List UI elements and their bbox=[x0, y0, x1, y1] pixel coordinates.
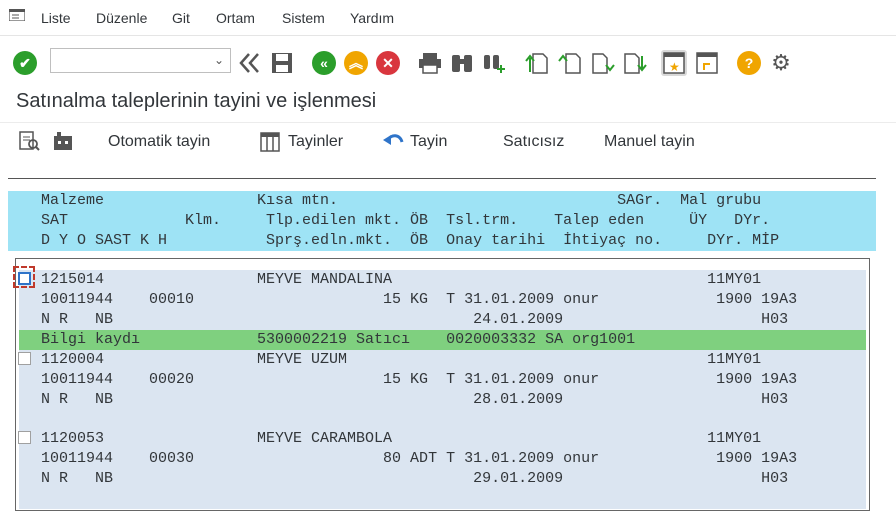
item-quantity-line: 10011944 00020 15 KG T 31.01.2009 onur 1… bbox=[41, 371, 798, 388]
back-green-button[interactable]: « bbox=[311, 50, 337, 76]
menu-duzenle[interactable]: Düzenle bbox=[96, 10, 147, 26]
back-double-chevron-icon: « bbox=[312, 51, 336, 75]
find-button[interactable] bbox=[449, 50, 475, 76]
automatic-assign-button[interactable]: Otomatik tayin bbox=[108, 133, 210, 151]
item-quantity-line: 10011944 00030 80 ADT T 31.01.2009 onur … bbox=[41, 450, 798, 467]
factory-icon[interactable] bbox=[52, 130, 74, 152]
printer-icon bbox=[419, 53, 441, 74]
svg-text:★: ★ bbox=[669, 60, 680, 74]
column-headers-line-2: SAT Klm. Tlp.edilen mkt. ÖB Tsl.trm. Tal… bbox=[41, 212, 771, 229]
application-toolbar: Otomatik tayin Tayinler Tayin Satıcısız … bbox=[0, 122, 896, 162]
column-headers-line-3: D Y O SAST K H Sprş.edln.mkt. ÖB Onay ta… bbox=[41, 232, 780, 249]
exit-button[interactable]: ︽ bbox=[343, 50, 369, 76]
question-icon: ? bbox=[737, 51, 761, 75]
shortcut-button[interactable] bbox=[694, 50, 720, 76]
menu-sistem[interactable]: Sistem bbox=[282, 10, 325, 26]
checkmark-icon: ✔ bbox=[13, 51, 37, 75]
save-icon bbox=[272, 53, 292, 73]
cancel-button[interactable]: ✕ bbox=[375, 50, 401, 76]
item-material-line: 1120004 MEYVE UZUM 11MY01 bbox=[41, 351, 762, 368]
double-chevron-left-icon bbox=[239, 53, 259, 73]
chevron-down-icon[interactable]: ⌄ bbox=[214, 53, 224, 67]
back-button[interactable] bbox=[237, 50, 263, 76]
system-menu-icon[interactable] bbox=[9, 9, 25, 21]
up-double-chevron-icon: ︽ bbox=[344, 51, 368, 75]
document-search-icon[interactable] bbox=[18, 130, 40, 152]
next-page-button[interactable] bbox=[590, 50, 616, 76]
item-checkbox[interactable] bbox=[18, 352, 31, 365]
next-page-icon bbox=[592, 53, 615, 74]
item-checkbox[interactable] bbox=[18, 431, 31, 444]
item-status-line: N R NB 28.01.2009 H03 bbox=[41, 391, 789, 408]
menu-git[interactable]: Git bbox=[172, 10, 190, 26]
undo-arrow-icon bbox=[383, 134, 404, 145]
binoculars-plus-icon bbox=[484, 55, 505, 73]
column-headers-line-1: Malzeme Kısa mtn. SAGr. Mal grubu bbox=[41, 192, 762, 209]
first-page-icon bbox=[525, 53, 548, 74]
binoculars-icon bbox=[452, 55, 472, 72]
item-quantity-line: 10011944 00010 15 KG T 31.01.2009 onur 1… bbox=[41, 291, 798, 308]
menu-yardim[interactable]: Yardım bbox=[350, 10, 394, 26]
find-next-button[interactable] bbox=[481, 50, 507, 76]
previous-page-icon bbox=[558, 53, 581, 74]
create-session-button[interactable]: ★ bbox=[661, 50, 687, 76]
window-star-icon: ★ bbox=[663, 52, 685, 74]
window-shortcut-icon bbox=[696, 52, 718, 74]
print-button[interactable] bbox=[417, 50, 443, 76]
list-separator bbox=[8, 178, 876, 179]
previous-page-button[interactable] bbox=[557, 50, 583, 76]
menu-bar: Liste Düzenle Git Ortam Sistem Yardım bbox=[0, 0, 896, 36]
standard-toolbar: ✔ ⌄ « ︽ ✕ ★ ? ⚙ bbox=[0, 36, 896, 86]
last-page-button[interactable] bbox=[622, 50, 648, 76]
menu-liste[interactable]: Liste bbox=[41, 10, 71, 26]
without-vendor-button[interactable]: Satıcısız bbox=[503, 133, 564, 151]
item-material-line: 1120053 MEYVE CARAMBOLA 11MY01 bbox=[41, 430, 762, 447]
help-button[interactable]: ? bbox=[736, 50, 762, 76]
gear-icon: ⚙ bbox=[771, 50, 791, 75]
table-icon bbox=[260, 132, 280, 152]
close-icon: ✕ bbox=[376, 51, 400, 75]
item-material-line: 1215014 MEYVE MANDALINA 11MY01 bbox=[41, 271, 762, 288]
last-page-icon bbox=[624, 53, 647, 74]
page-title: Satınalma taleplerinin tayini ve işlenme… bbox=[16, 90, 377, 112]
item-info-record-line: Bilgi kaydı 5300002219 Satıcı 0020003332… bbox=[41, 331, 636, 348]
enter-button[interactable]: ✔ bbox=[12, 50, 38, 76]
first-page-button[interactable] bbox=[524, 50, 550, 76]
table-row bbox=[19, 489, 866, 509]
item-status-line: N R NB 24.01.2009 H03 bbox=[41, 311, 789, 328]
command-input[interactable] bbox=[51, 49, 206, 72]
item-status-line: N R NB 29.01.2009 H03 bbox=[41, 470, 789, 487]
assign-button[interactable]: Tayin bbox=[410, 133, 447, 151]
assignments-button[interactable]: Tayinler bbox=[288, 133, 343, 151]
command-field[interactable]: ⌄ bbox=[50, 48, 231, 73]
manual-assign-button[interactable]: Manuel tayin bbox=[604, 133, 695, 151]
table-row bbox=[19, 410, 866, 430]
settings-button[interactable]: ⚙ bbox=[768, 50, 794, 76]
item-checkbox[interactable] bbox=[18, 272, 31, 285]
menu-ortam[interactable]: Ortam bbox=[216, 10, 255, 26]
save-button[interactable] bbox=[269, 50, 295, 76]
